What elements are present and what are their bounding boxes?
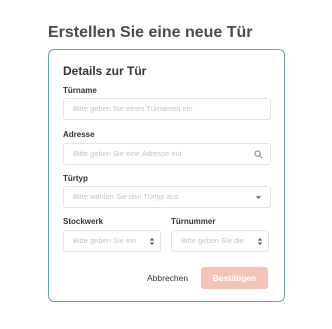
door-type-placeholder: Bitte wählen Sie den Türtyp aus: [73, 192, 179, 201]
address-input[interactable]: Bitte geben Sie eine Adresse ein: [63, 143, 271, 165]
door-name-placeholder: Bitte geben Sie einen Türnamen ein: [73, 104, 193, 113]
page-title: Erstellen Sie eine neue Tür: [48, 24, 253, 41]
floor-placeholder: Bitte geben Sie ein: [73, 236, 136, 245]
floor-label: Stockwerk: [63, 217, 104, 226]
door-number-placeholder: Bitte geben Sie die: [181, 236, 244, 245]
page: Erstellen Sie eine neue Tür Details zur …: [0, 0, 332, 329]
door-name-input[interactable]: Bitte geben Sie einen Türnamen ein: [63, 98, 271, 120]
chevron-down-icon: [255, 187, 262, 207]
address-placeholder: Bitte geben Sie eine Adresse ein: [73, 149, 182, 158]
stepper-icon[interactable]: [149, 231, 155, 251]
door-number-input[interactable]: Bitte geben Sie die: [171, 230, 269, 252]
door-name-label: Türname: [63, 86, 97, 95]
card-title: Details zur Tür: [63, 64, 147, 78]
floor-input[interactable]: Bitte geben Sie ein: [63, 230, 161, 252]
door-details-card: Details zur Tür Türname Bitte geben Sie …: [48, 49, 285, 302]
search-icon[interactable]: [254, 144, 263, 164]
confirm-button[interactable]: Bestätigen: [201, 267, 268, 289]
stepper-icon[interactable]: [257, 231, 263, 251]
door-number-label: Türnummer: [171, 217, 216, 226]
door-type-label: Türtyp: [63, 174, 88, 183]
door-type-select[interactable]: Bitte wählen Sie den Türtyp aus: [63, 186, 271, 208]
address-label: Adresse: [63, 130, 95, 139]
cancel-button[interactable]: Abbrechen: [147, 273, 188, 283]
